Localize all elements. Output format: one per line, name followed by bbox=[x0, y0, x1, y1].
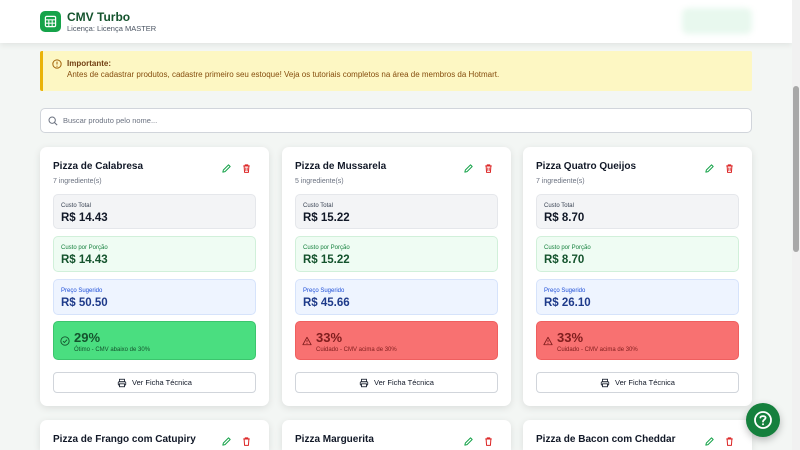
question-icon bbox=[754, 411, 772, 429]
trash-icon[interactable] bbox=[724, 436, 735, 447]
cmv-badge: 33% Cuidado - CMV acima de 30% bbox=[295, 321, 498, 360]
cmv-value: 29% bbox=[74, 330, 101, 345]
suggested-price-box: Preço Sugerido R$ 45.66 bbox=[295, 279, 498, 315]
trash-icon[interactable] bbox=[241, 163, 252, 174]
cmv-value: 33% bbox=[316, 330, 343, 345]
search-input[interactable] bbox=[63, 116, 713, 125]
portion-cost-value: R$ 8.70 bbox=[544, 254, 585, 266]
check-circle-icon bbox=[60, 336, 70, 346]
product-card: Pizza de Mussarela 5 ingrediente(s) Cust… bbox=[282, 147, 511, 406]
total-cost-label: Custo Total bbox=[61, 203, 91, 209]
license-label: Licença: Licença MASTER bbox=[67, 23, 157, 33]
ingredient-count: 5 ingrediente(s) bbox=[295, 178, 344, 185]
cmv-badge: 29% Ótimo - CMV abaixo de 30% bbox=[53, 321, 256, 360]
total-cost-label: Custo Total bbox=[544, 203, 574, 209]
suggested-price-value: R$ 45.66 bbox=[303, 297, 350, 309]
product-card: Pizza de Frango com Catupiry bbox=[40, 420, 269, 450]
product-card: Pizza Marguerita bbox=[282, 420, 511, 450]
product-name: Pizza de Calabresa bbox=[53, 161, 144, 172]
edit-icon[interactable] bbox=[221, 436, 232, 447]
cmv-note: Ótimo - CMV abaixo de 30% bbox=[74, 347, 151, 353]
app-title: CMV Turbo bbox=[67, 9, 131, 24]
product-card: Pizza Quatro Queijos 7 ingrediente(s) Cu… bbox=[523, 147, 752, 406]
view-spec-sheet-label: Ver Ficha Técnica bbox=[374, 378, 434, 387]
portion-cost-label: Custo por Porção bbox=[544, 245, 591, 251]
portion-cost-value: R$ 14.43 bbox=[61, 254, 108, 266]
cmv-badge: 33% Cuidado - CMV acima de 30% bbox=[536, 321, 739, 360]
cmv-value: 33% bbox=[557, 330, 584, 345]
total-cost-box: Custo Total R$ 8.70 bbox=[536, 194, 739, 229]
product-name: Pizza de Mussarela bbox=[295, 161, 387, 172]
portion-cost-label: Custo por Porção bbox=[303, 245, 350, 251]
page-scrollbar[interactable] bbox=[792, 0, 800, 450]
scrollbar-thumb[interactable] bbox=[793, 86, 799, 252]
suggested-price-label: Preço Sugerido bbox=[61, 288, 103, 294]
view-spec-sheet-button[interactable]: Ver Ficha Técnica bbox=[295, 372, 498, 393]
portion-cost-label: Custo por Porção bbox=[61, 245, 108, 251]
suggested-price-value: R$ 26.10 bbox=[544, 297, 591, 309]
table-icon bbox=[40, 11, 61, 32]
search-icon bbox=[48, 116, 58, 126]
trash-icon[interactable] bbox=[483, 436, 494, 447]
portion-cost-box: Custo por Porção R$ 8.70 bbox=[536, 236, 739, 272]
printer-icon bbox=[117, 378, 127, 387]
suggested-price-box: Preço Sugerido R$ 26.10 bbox=[536, 279, 739, 315]
suggested-price-value: R$ 50.50 bbox=[61, 297, 108, 309]
view-spec-sheet-label: Ver Ficha Técnica bbox=[615, 378, 675, 387]
edit-icon[interactable] bbox=[704, 436, 715, 447]
portion-cost-box: Custo por Porção R$ 15.22 bbox=[295, 236, 498, 272]
alert-text: Antes de cadastrar produtos, cadastre pr… bbox=[67, 70, 500, 79]
printer-icon bbox=[600, 378, 610, 387]
cmv-note: Cuidado - CMV acima de 30% bbox=[557, 347, 638, 353]
total-cost-label: Custo Total bbox=[303, 203, 333, 209]
printer-icon bbox=[359, 378, 369, 387]
total-cost-box: Custo Total R$ 14.43 bbox=[53, 194, 256, 229]
view-spec-sheet-label: Ver Ficha Técnica bbox=[132, 378, 192, 387]
important-alert: Importante: Antes de cadastrar produtos,… bbox=[40, 51, 752, 91]
view-spec-sheet-button[interactable]: Ver Ficha Técnica bbox=[53, 372, 256, 393]
warning-icon bbox=[302, 336, 312, 346]
ingredient-count: 7 ingrediente(s) bbox=[53, 178, 102, 185]
trash-icon[interactable] bbox=[724, 163, 735, 174]
cmv-note: Cuidado - CMV acima de 30% bbox=[316, 347, 397, 353]
view-spec-sheet-button[interactable]: Ver Ficha Técnica bbox=[536, 372, 739, 393]
portion-cost-value: R$ 15.22 bbox=[303, 254, 350, 266]
edit-icon[interactable] bbox=[463, 436, 474, 447]
product-name: Pizza de Frango com Catupiry bbox=[53, 434, 196, 445]
search-bar[interactable] bbox=[40, 108, 752, 133]
portion-cost-box: Custo por Porção R$ 14.43 bbox=[53, 236, 256, 272]
total-cost-value: R$ 8.70 bbox=[544, 212, 585, 224]
warning-icon bbox=[543, 336, 553, 346]
suggested-price-box: Preço Sugerido R$ 50.50 bbox=[53, 279, 256, 315]
edit-icon[interactable] bbox=[704, 163, 715, 174]
total-cost-value: R$ 15.22 bbox=[303, 212, 350, 224]
total-cost-box: Custo Total R$ 15.22 bbox=[295, 194, 498, 229]
ingredient-count: 7 ingrediente(s) bbox=[536, 178, 585, 185]
product-card: Pizza de Bacon com Cheddar bbox=[523, 420, 752, 450]
edit-icon[interactable] bbox=[221, 163, 232, 174]
edit-icon[interactable] bbox=[463, 163, 474, 174]
trash-icon[interactable] bbox=[483, 163, 494, 174]
app-header: CMV Turbo Licença: Licença MASTER bbox=[0, 0, 792, 43]
total-cost-value: R$ 14.43 bbox=[61, 212, 108, 224]
suggested-price-label: Preço Sugerido bbox=[544, 288, 586, 294]
help-button[interactable] bbox=[746, 403, 780, 437]
alert-title: Importante: bbox=[67, 59, 111, 68]
product-name: Pizza Marguerita bbox=[295, 434, 374, 445]
product-card: Pizza de Calabresa 7 ingrediente(s) Cust… bbox=[40, 147, 269, 406]
header-action-area bbox=[682, 8, 752, 34]
suggested-price-label: Preço Sugerido bbox=[303, 288, 345, 294]
info-icon bbox=[52, 59, 62, 69]
product-name: Pizza Quatro Queijos bbox=[536, 161, 637, 172]
trash-icon[interactable] bbox=[241, 436, 252, 447]
product-name: Pizza de Bacon com Cheddar bbox=[536, 434, 676, 445]
